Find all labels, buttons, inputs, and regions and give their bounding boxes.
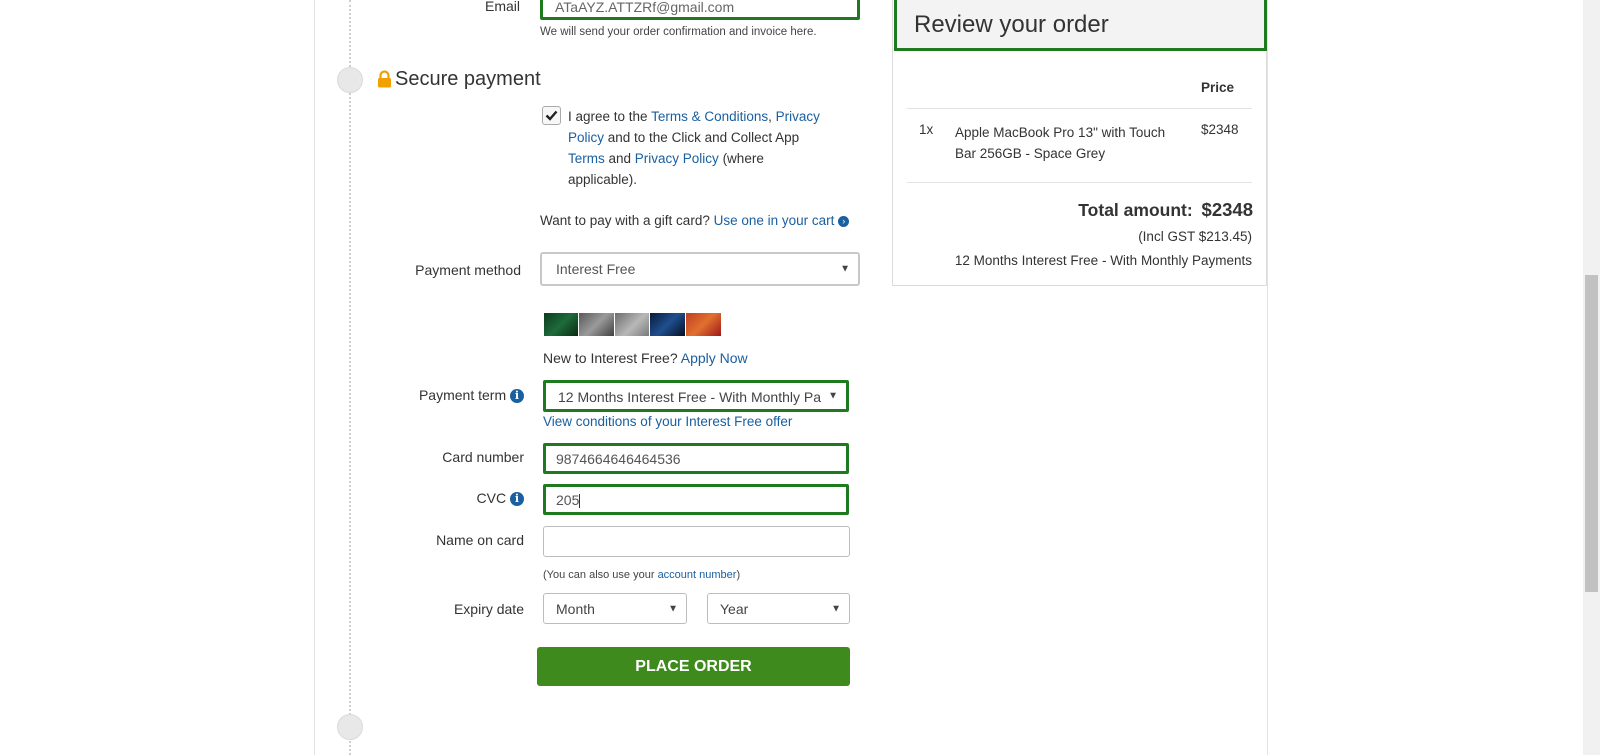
item-divider — [907, 182, 1252, 183]
cvc-label-row: CVC i — [476, 490, 524, 507]
place-order-label: PLACE ORDER — [635, 658, 752, 675]
terms-text-part: I agree to the — [568, 109, 652, 124]
total-row: Total amount: $2348 — [1078, 199, 1253, 221]
chevron-down-icon: ▼ — [824, 390, 838, 402]
scrollbar-thumb[interactable] — [1585, 275, 1598, 592]
email-value: ATaAYZ.ATTZRf@gmail.com — [555, 0, 735, 15]
card-image-1 — [544, 313, 578, 336]
chevron-down-icon: ▼ — [840, 263, 850, 275]
total-value: $2348 — [1201, 199, 1253, 220]
payment-method-label: Payment method — [415, 262, 521, 278]
apply-now-link[interactable]: Apply Now — [681, 350, 748, 366]
expiry-year-value: Year — [720, 601, 749, 617]
item-name: Apple MacBook Pro 13" with Touch Bar 256… — [955, 125, 1166, 161]
chevron-down-icon: ▼ — [831, 603, 841, 614]
info-icon[interactable]: i — [510, 389, 524, 404]
review-title: Review your order — [914, 11, 1109, 38]
terms-text-part: and — [604, 151, 635, 166]
name-on-card-input[interactable] — [543, 526, 850, 557]
hint-text: ) — [736, 569, 741, 581]
terms-text-part: and to the Click and Collect App — [604, 130, 800, 145]
gift-card-text: Want to pay with a gift card? — [540, 213, 710, 228]
name-on-card-label: Name on card — [436, 532, 524, 548]
hint-text: (You can also use your — [543, 569, 658, 581]
terms-text: I agree to the Terms & Conditions, Priva… — [568, 106, 833, 190]
text-cursor — [579, 494, 581, 509]
payment-term-select[interactable]: 12 Months Interest Free - With Monthly P… — [543, 380, 849, 412]
item-quantity: 1x — [919, 122, 934, 137]
card-number-input[interactable]: 9874664646464536 — [543, 443, 849, 474]
email-label: Email — [484, 0, 520, 14]
chevron-down-icon: ▼ — [668, 603, 678, 614]
card-number-label: Card number — [442, 449, 524, 465]
gift-card-line: Want to pay with a gift card? Use one in… — [540, 213, 850, 228]
app-privacy-policy-link[interactable]: Privacy Policy — [635, 151, 719, 166]
step-indicator-next — [337, 714, 363, 740]
card-number-value: 9874664646464536 — [556, 451, 681, 467]
payment-term-value: 12 Months Interest Free - With Monthly P… — [558, 389, 821, 405]
card-image-5 — [686, 313, 721, 336]
gst-text: (Incl GST $213.45) — [1138, 229, 1252, 244]
new-to-interest-free-text: New to Interest Free? — [543, 350, 678, 366]
expiry-date-label: Expiry date — [453, 601, 524, 617]
header-divider — [907, 108, 1252, 109]
apply-line: New to Interest Free? Apply Now — [543, 350, 748, 366]
view-conditions-link[interactable]: View conditions of your Interest Free of… — [543, 414, 792, 429]
total-label: Total amount: — [1078, 200, 1193, 220]
content-left-border — [314, 0, 315, 755]
use-gift-card-link[interactable]: Use one in your cart — [714, 213, 835, 228]
card-image-4 — [650, 313, 685, 336]
place-order-button[interactable]: PLACE ORDER — [537, 647, 850, 686]
cvc-value: 205 — [556, 492, 580, 508]
scrollbar-track[interactable] — [1583, 0, 1600, 755]
content-right-border — [1267, 0, 1268, 755]
app-terms-link[interactable]: Terms — [568, 151, 605, 166]
cvc-input[interactable]: 205 — [543, 484, 849, 515]
payment-method-select[interactable]: Interest Free ▼ — [540, 252, 860, 286]
cvc-label: CVC — [476, 490, 507, 506]
payment-term-label: Payment term — [418, 387, 507, 403]
account-number-hint: (You can also use your account number) — [543, 569, 740, 581]
payment-method-value: Interest Free — [556, 261, 636, 277]
terms-text-part: , — [768, 109, 776, 124]
email-field[interactable]: ATaAYZ.ATTZRf@gmail.com — [540, 0, 860, 20]
step-indicator-payment — [337, 67, 363, 93]
chevron-right-circle-icon: › — [838, 215, 850, 227]
progress-rail — [349, 0, 351, 755]
info-icon[interactable]: i — [510, 492, 524, 507]
review-header: Review your order — [894, 0, 1267, 51]
card-logos — [544, 313, 721, 336]
payment-term-label-row: Payment term i — [418, 387, 524, 404]
card-image-2 — [579, 313, 614, 336]
terms-checkbox[interactable] — [542, 106, 561, 125]
expiry-month-select[interactable]: Month ▼ — [543, 593, 687, 624]
account-number-link[interactable]: account number — [658, 569, 737, 581]
price-column-header: Price — [1201, 80, 1235, 95]
checkmark-icon — [545, 110, 558, 121]
item-price: $2348 — [1201, 122, 1239, 137]
lock-icon — [377, 70, 392, 88]
terms-conditions-link[interactable]: Terms & Conditions — [651, 109, 768, 124]
expiry-year-select[interactable]: Year ▼ — [707, 593, 850, 624]
payment-plan-text: 12 Months Interest Free - With Monthly P… — [954, 253, 1252, 268]
card-image-3 — [615, 313, 649, 336]
expiry-month-value: Month — [556, 601, 595, 617]
secure-payment-title: Secure payment — [395, 68, 541, 90]
email-note: We will send your order confirmation and… — [540, 26, 817, 38]
